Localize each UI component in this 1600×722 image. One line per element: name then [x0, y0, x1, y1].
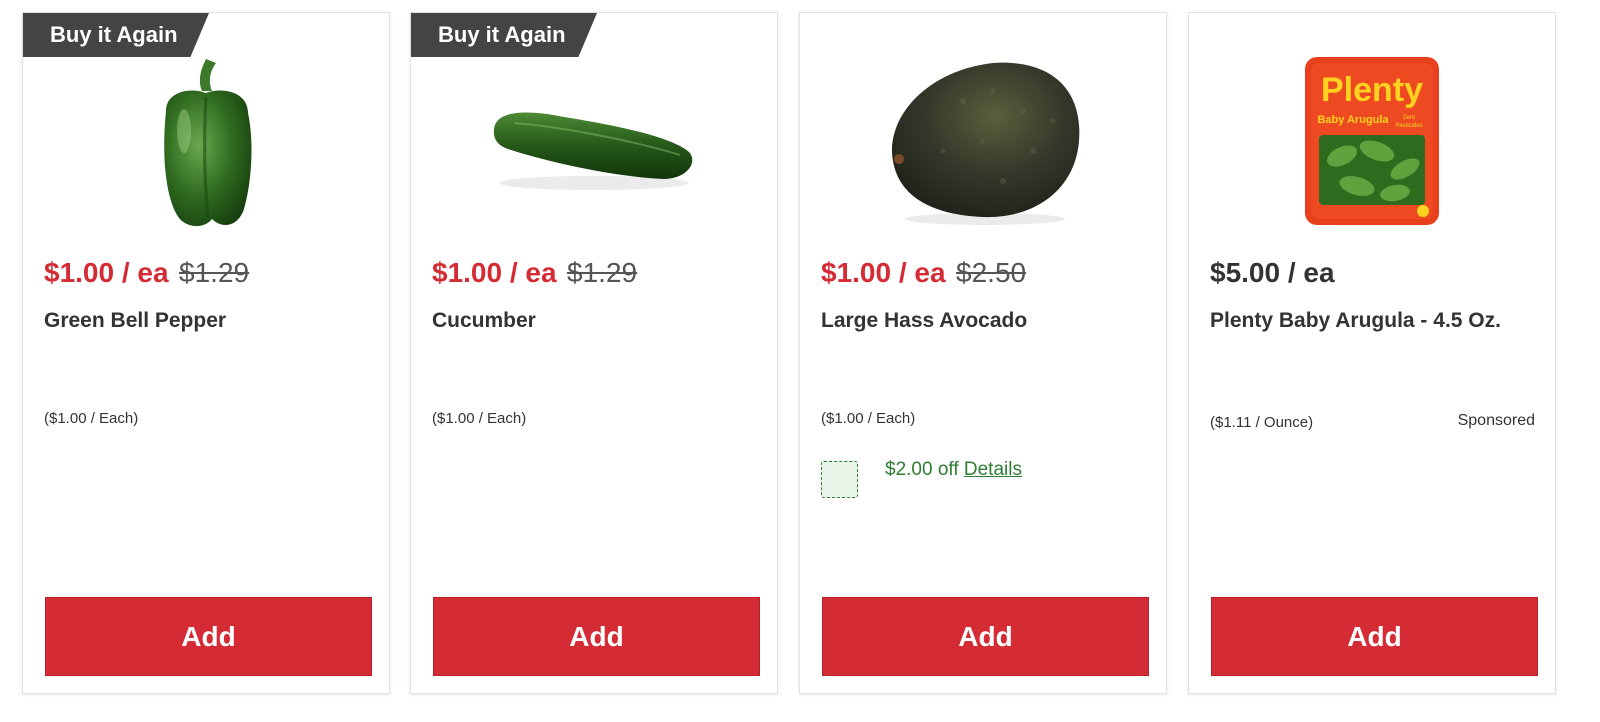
green-bell-pepper-icon	[164, 59, 252, 227]
add-button[interactable]: Add	[433, 597, 760, 676]
cucumber-icon	[493, 112, 693, 190]
product-card[interactable]: Buy it Again $1.00 / ea $1.29 Green Bell…	[22, 12, 390, 694]
package-claim-line2: Pesticides	[1395, 123, 1422, 129]
product-name[interactable]: Large Hass Avocado	[821, 309, 1027, 333]
sale-price: $1.00 / ea	[44, 257, 169, 288]
unit-price: ($1.00 / Each)	[44, 410, 139, 427]
product-name[interactable]: Cucumber	[432, 309, 536, 333]
unit-price: ($1.11 / Ounce)	[1210, 414, 1314, 431]
product-name[interactable]: Plenty Baby Arugula - 4.5 Oz.	[1210, 309, 1501, 333]
product-card[interactable]: Plenty Baby Arugula Zero Pesticides $5.0…	[1188, 12, 1556, 694]
sponsored-label: Sponsored	[1457, 412, 1535, 429]
sale-price: $1.00 / ea	[821, 257, 946, 288]
unit-price: ($1.00 / Each)	[432, 410, 527, 427]
product-name[interactable]: Green Bell Pepper	[44, 309, 226, 333]
product-image[interactable]: Plenty Baby Arugula Zero Pesticides	[1189, 51, 1555, 231]
package-claim-line1: Zero	[1403, 115, 1416, 121]
coupon-clip-checkbox[interactable]	[821, 461, 858, 498]
package-brand-text: Plenty	[1321, 71, 1423, 109]
add-button[interactable]: Add	[822, 597, 1149, 676]
product-card[interactable]: Buy it Again $1.00 / ea $1.29 Cucumber (…	[410, 12, 778, 694]
avocado-icon	[891, 62, 1080, 225]
price-row: $5.00 / ea	[1210, 257, 1335, 289]
original-price: $1.29	[179, 257, 250, 288]
add-button[interactable]: Add	[1211, 597, 1538, 676]
sale-price: $1.00 / ea	[432, 257, 557, 288]
coupon-offer-text: $2.00 off	[885, 459, 959, 480]
regular-price: $5.00 / ea	[1210, 257, 1335, 288]
add-button[interactable]: Add	[45, 597, 372, 676]
price-row: $1.00 / ea $1.29	[44, 257, 249, 289]
product-image[interactable]	[411, 51, 777, 231]
coupon-details-link[interactable]: Details	[964, 459, 1022, 480]
price-row: $1.00 / ea $2.50	[821, 257, 1026, 289]
product-image[interactable]	[800, 51, 1166, 231]
coupon-offer: $2.00 off Details	[885, 459, 1022, 481]
package-product-text: Baby Arugula	[1317, 114, 1389, 126]
unit-price: ($1.00 / Each)	[821, 410, 916, 427]
product-image[interactable]	[23, 51, 389, 231]
price-row: $1.00 / ea $1.29	[432, 257, 637, 289]
original-price: $1.29	[567, 257, 638, 288]
plenty-arugula-package-icon: Plenty Baby Arugula Zero Pesticides	[1305, 57, 1439, 225]
product-card[interactable]: $1.00 / ea $2.50 Large Hass Avocado ($1.…	[799, 12, 1167, 694]
original-price: $2.50	[956, 257, 1027, 288]
